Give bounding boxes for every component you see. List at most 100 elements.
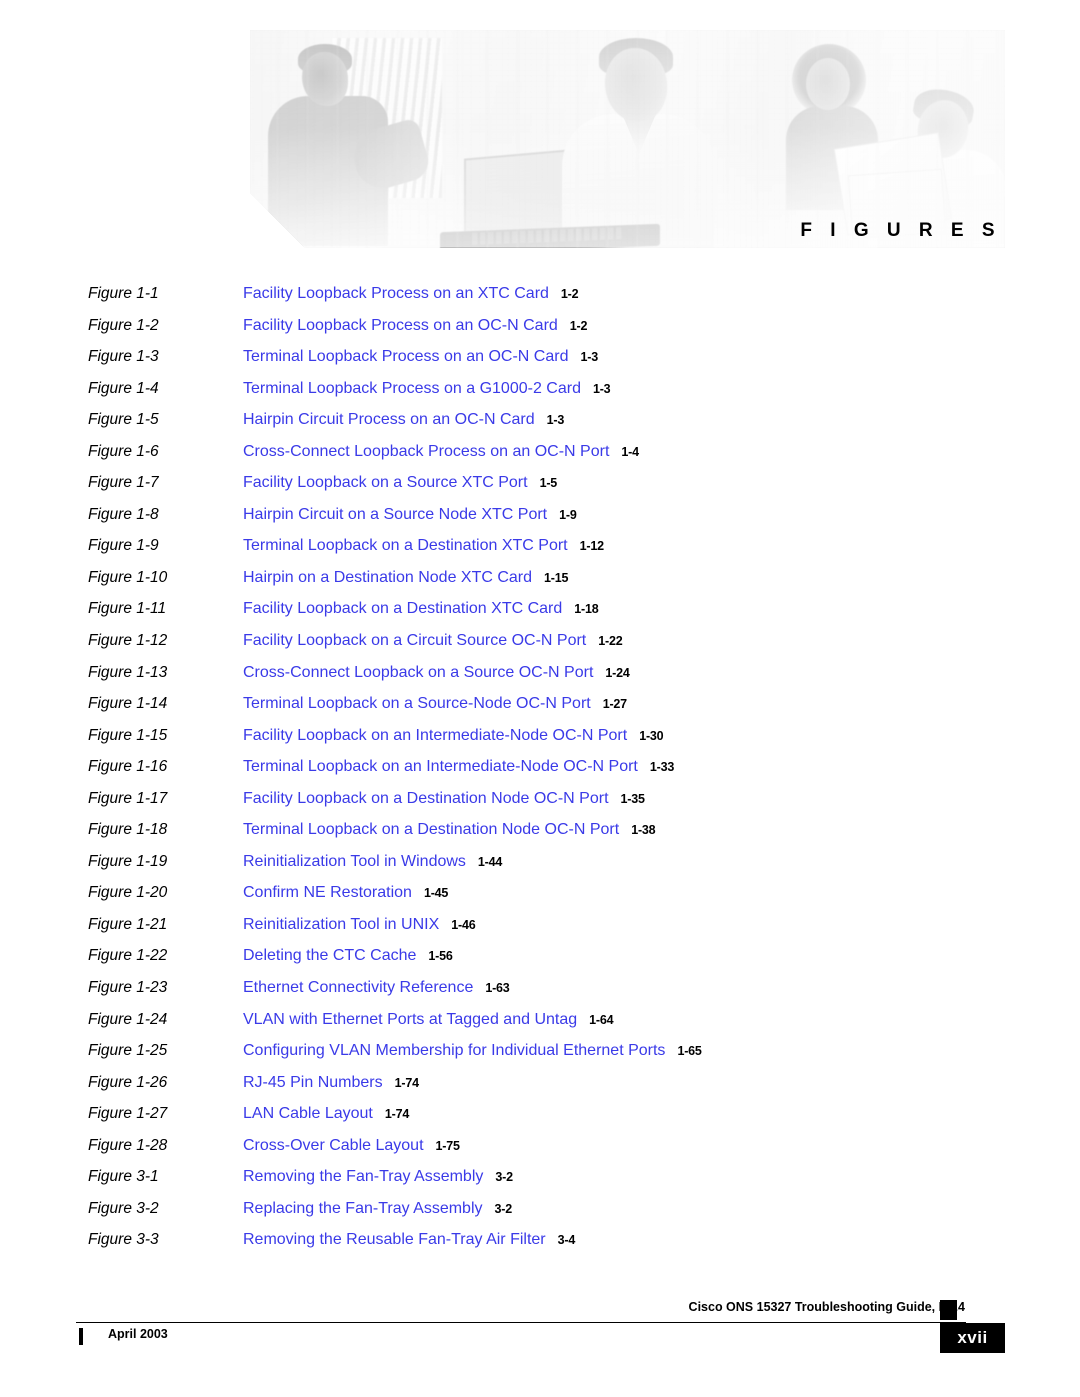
figure-page-number[interactable]: 1-3 <box>547 413 565 427</box>
figure-page-number[interactable]: 1-74 <box>385 1107 409 1121</box>
figure-title-link[interactable]: Terminal Loopback on a Destination XTC P… <box>243 537 568 554</box>
figure-label: Figure 1-10 <box>88 568 168 586</box>
figure-title-link[interactable]: RJ-45 Pin Numbers <box>243 1074 383 1091</box>
figure-label: Figure 3-3 <box>88 1231 159 1249</box>
figure-title-link[interactable]: Confirm NE Restoration <box>243 884 412 901</box>
figure-page-number[interactable]: 3-4 <box>558 1233 576 1247</box>
figure-page-number[interactable]: 1-12 <box>580 539 604 553</box>
figure-page-number[interactable]: 3-2 <box>495 1170 513 1184</box>
figure-list-row: Figure 1-3 Terminal Loopback Process on a… <box>0 341 1080 373</box>
figure-label: Figure 1-13 <box>88 663 168 681</box>
figure-page-number[interactable]: 1-15 <box>544 571 568 585</box>
figure-page-number[interactable]: 1-2 <box>561 287 579 301</box>
figure-page-number[interactable]: 1-18 <box>574 602 598 616</box>
figure-title-link[interactable]: Cross-Over Cable Layout <box>243 1137 424 1154</box>
figure-list-row: Figure 1-16 Terminal Loopback on an Inter… <box>0 751 1080 783</box>
figure-entry: Terminal Loopback Process on an OC-N Car… <box>243 341 598 374</box>
figure-page-number[interactable]: 1-2 <box>570 319 588 333</box>
figure-label: Figure 1-3 <box>88 348 159 366</box>
figure-page-number[interactable]: 1-4 <box>621 445 639 459</box>
figure-title-link[interactable]: Facility Loopback Process on an XTC Card <box>243 285 549 302</box>
figure-page-number[interactable]: 1-33 <box>650 760 674 774</box>
figure-page-number[interactable]: 1-3 <box>593 382 611 396</box>
figure-page-number[interactable]: 1-75 <box>436 1139 460 1153</box>
figure-title-link[interactable]: Facility Loopback on a Destination XTC C… <box>243 600 562 617</box>
figure-page-number[interactable]: 1-74 <box>395 1076 419 1090</box>
figure-list-row: Figure 1-23 Ethernet Connectivity Referen… <box>0 972 1080 1004</box>
figure-page-number[interactable]: 1-24 <box>605 666 629 680</box>
figure-title-link[interactable]: Terminal Loopback Process on an OC-N Car… <box>243 348 568 365</box>
figure-title-link[interactable]: Replacing the Fan-Tray Assembly <box>243 1200 483 1217</box>
figure-title-link[interactable]: Hairpin on a Destination Node XTC Card <box>243 569 532 586</box>
figure-page-number[interactable]: 1-65 <box>677 1044 701 1058</box>
figure-title-link[interactable]: Cross-Connect Loopback Process on an OC-… <box>243 443 609 460</box>
figure-page-number[interactable]: 1-56 <box>428 949 452 963</box>
figure-page-number[interactable]: 1-35 <box>621 792 645 806</box>
figure-label: Figure 1-6 <box>88 442 159 460</box>
figure-entry: Terminal Loopback Process on a G1000-2 C… <box>243 373 611 406</box>
figure-entry: Terminal Loopback on a Destination Node … <box>243 814 656 847</box>
figure-title-link[interactable]: Removing the Reusable Fan-Tray Air Filte… <box>243 1231 546 1248</box>
figure-page-number[interactable]: 1-27 <box>603 697 627 711</box>
figure-entry: Deleting the CTC Cache 1-56 <box>243 940 453 973</box>
figure-title-link[interactable]: Terminal Loopback Process on a G1000-2 C… <box>243 380 581 397</box>
figure-page-number[interactable]: 1-38 <box>631 823 655 837</box>
figure-title-link[interactable]: Facility Loopback on an Intermediate-Nod… <box>243 727 627 744</box>
figure-page-number[interactable]: 1-3 <box>580 350 598 364</box>
figure-list-row: Figure 1-14 Terminal Loopback on a Source… <box>0 688 1080 720</box>
figure-page-number[interactable]: 1-46 <box>451 918 475 932</box>
figure-page-number[interactable]: 3-2 <box>495 1202 513 1216</box>
figure-list-row: Figure 1-15 Facility Loopback on an Inter… <box>0 720 1080 752</box>
figure-list-row: Figure 1-2 Facility Loopback Process on a… <box>0 310 1080 342</box>
figure-title-link[interactable]: Deleting the CTC Cache <box>243 947 416 964</box>
figure-title-link[interactable]: Hairpin Circuit on a Source Node XTC Por… <box>243 506 547 523</box>
figure-page-number[interactable]: 1-63 <box>485 981 509 995</box>
figure-list-row: Figure 1-4 Terminal Loopback Process on a… <box>0 373 1080 405</box>
figure-title-link[interactable]: Removing the Fan-Tray Assembly <box>243 1168 483 1185</box>
figure-title-link[interactable]: Reinitialization Tool in Windows <box>243 853 466 870</box>
figure-entry: Removing the Fan-Tray Assembly 3-2 <box>243 1161 513 1194</box>
figure-list: Figure 1-1 Facility Loopback Process on a… <box>0 278 1080 1256</box>
figure-title-link[interactable]: Terminal Loopback on an Intermediate-Nod… <box>243 758 638 775</box>
figure-page-number[interactable]: 1-45 <box>424 886 448 900</box>
figure-label: Figure 1-1 <box>88 285 159 302</box>
figure-title-link[interactable]: Configuring VLAN Membership for Individu… <box>243 1042 665 1059</box>
figure-title-link[interactable]: Facility Loopback on a Source XTC Port <box>243 474 528 491</box>
figure-page-number[interactable]: 1-9 <box>559 508 577 522</box>
figure-page-number[interactable]: 1-5 <box>540 476 558 490</box>
figure-label: Figure 1-19 <box>88 852 168 870</box>
figure-list-row: Figure 1-7 Facility Loopback on a Source … <box>0 467 1080 499</box>
page-number-box: xvii <box>940 1323 1005 1353</box>
figure-title-link[interactable]: Terminal Loopback on a Source-Node OC-N … <box>243 695 591 712</box>
figure-page-number[interactable]: 1-22 <box>598 634 622 648</box>
figure-title-link[interactable]: VLAN with Ethernet Ports at Tagged and U… <box>243 1011 577 1028</box>
figure-title-link[interactable]: LAN Cable Layout <box>243 1105 373 1122</box>
figure-label: Figure 1-4 <box>88 379 159 397</box>
figure-list-row: Figure 1-20 Confirm NE Restoration 1-45 <box>0 877 1080 909</box>
figure-page-number[interactable]: 1-64 <box>589 1013 613 1027</box>
figure-entry: Ethernet Connectivity Reference 1-63 <box>243 972 510 1005</box>
figure-label: Figure 1-7 <box>88 474 159 492</box>
figure-entry: Reinitialization Tool in Windows 1-44 <box>243 846 502 879</box>
figure-page-number[interactable]: 1-30 <box>639 729 663 743</box>
figure-page-number[interactable]: 1-44 <box>478 855 502 869</box>
figure-title-link[interactable]: Ethernet Connectivity Reference <box>243 979 473 996</box>
figure-label: Figure 1-24 <box>88 1010 168 1028</box>
figure-list-row: Figure 1-28 Cross-Over Cable Layout 1-75 <box>0 1130 1080 1162</box>
figure-entry: Hairpin on a Destination Node XTC Card 1-… <box>243 562 568 595</box>
figure-list-row: Figure 1-12 Facility Loopback on a Circui… <box>0 625 1080 657</box>
figure-title-link[interactable]: Reinitialization Tool in UNIX <box>243 916 439 933</box>
figure-entry: Facility Loopback on a Destination XTC C… <box>243 593 599 626</box>
figure-entry: Terminal Loopback on an Intermediate-Nod… <box>243 751 674 784</box>
figure-label: Figure 1-12 <box>88 632 168 650</box>
figure-title-link[interactable]: Facility Loopback on a Circuit Source OC… <box>243 632 586 649</box>
figure-title-link[interactable]: Hairpin Circuit Process on an OC-N Card <box>243 411 535 428</box>
figure-label: Figure 1-8 <box>88 505 159 523</box>
figure-entry: Removing the Reusable Fan-Tray Air Filte… <box>243 1224 575 1257</box>
figure-label: Figure 1-15 <box>88 726 168 744</box>
figure-label: Figure 1-11 <box>88 600 167 618</box>
figure-title-link[interactable]: Facility Loopback Process on an OC-N Car… <box>243 317 558 334</box>
figure-title-link[interactable]: Facility Loopback on a Destination Node … <box>243 790 609 807</box>
figure-title-link[interactable]: Terminal Loopback on a Destination Node … <box>243 821 619 838</box>
figure-title-link[interactable]: Cross-Connect Loopback on a Source OC-N … <box>243 664 593 681</box>
